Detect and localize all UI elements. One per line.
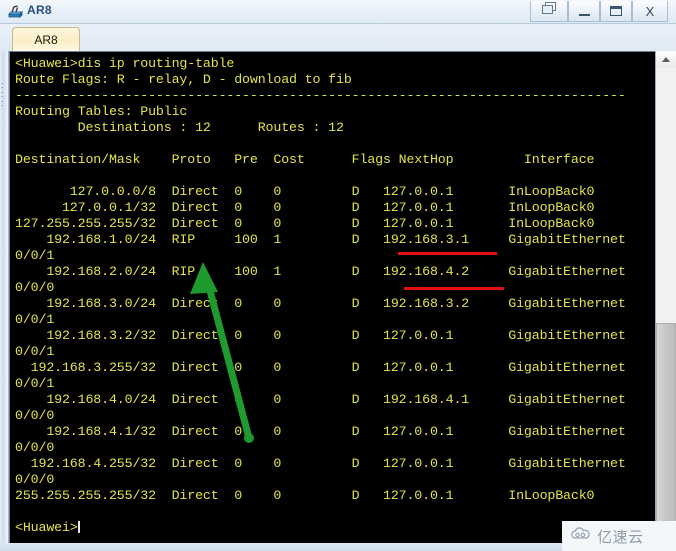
tab-ar8[interactable]: AR8 [12, 27, 80, 51]
minimize-window-button[interactable] [568, 1, 600, 22]
close-window-button[interactable]: X [632, 1, 668, 22]
tab-strip: AR8 [0, 24, 676, 51]
scrollbar-thumb[interactable] [656, 323, 676, 523]
title-bar: AR8 X [0, 0, 676, 24]
restore-window-button[interactable] [530, 1, 568, 22]
terminal-scrollbar[interactable] [655, 51, 676, 543]
maximize-window-button[interactable] [600, 1, 632, 22]
terminal-output-text: <Huawei>dis ip routing-table Route Flags… [15, 56, 626, 535]
router-device-icon [7, 4, 23, 20]
cloud-icon [570, 526, 592, 546]
restore-icon [541, 1, 558, 21]
minimize-icon [578, 13, 590, 16]
bevel-dots: ::: [1, 80, 4, 108]
watermark-text: 亿速云 [597, 527, 644, 546]
tab-label: AR8 [34, 32, 58, 47]
terminal-panel[interactable]: <Huawei>dis ip routing-table Route Flags… [9, 51, 676, 543]
close-icon: X [645, 3, 655, 19]
chevron-up-icon [662, 57, 670, 62]
watermark: 亿速云 [562, 521, 676, 551]
maximize-icon [610, 6, 622, 16]
window-title: AR8 [27, 3, 52, 17]
console-left-bevel: ::: [0, 51, 9, 543]
ar8-console-window: AR8 X AR8 ::: <Huawei>dis ip routing-tab… [0, 0, 676, 551]
scrollbar-up-button[interactable] [656, 51, 676, 68]
